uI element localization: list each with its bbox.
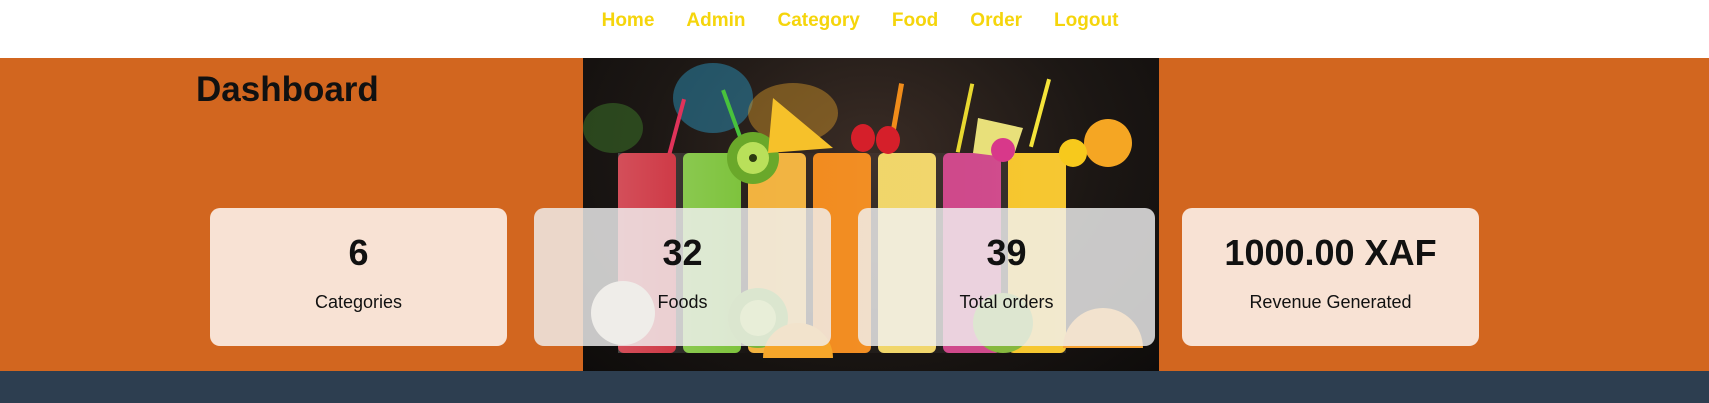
- page-footer: [0, 371, 1709, 403]
- nav-home-link[interactable]: Home: [602, 10, 655, 32]
- nav-logout-link[interactable]: Logout: [1054, 10, 1118, 32]
- foods-count: 32: [662, 232, 703, 273]
- orders-label: Total orders: [959, 291, 1054, 312]
- foods-stat-card: 32 Foods: [534, 208, 831, 346]
- foods-label: Foods: [657, 291, 708, 312]
- main-menu: Home Admin Category Food Order Logout: [0, 10, 1709, 32]
- nav-order-link[interactable]: Order: [970, 10, 1022, 32]
- revenue-label: Revenue Generated: [1249, 291, 1412, 312]
- categories-stat-card: 6 Categories: [210, 208, 507, 346]
- orders-count: 39: [986, 232, 1027, 273]
- revenue-amount: 1000.00 XAF: [1224, 232, 1437, 273]
- stats-cards: 6 Categories 32 Foods 39 Total orders 10…: [210, 208, 1479, 346]
- categories-label: Categories: [314, 291, 403, 312]
- nav-admin-link[interactable]: Admin: [686, 10, 745, 32]
- orders-stat-card: 39 Total orders: [858, 208, 1155, 346]
- nav-food-link[interactable]: Food: [892, 10, 938, 32]
- nav-category-link[interactable]: Category: [778, 10, 860, 32]
- top-navigation-bar: Home Admin Category Food Order Logout: [0, 0, 1709, 58]
- revenue-stat-card: 1000.00 XAF Revenue Generated: [1182, 208, 1479, 346]
- dashboard-hero: Dashboard 6 Categories 32 Foods 39 Total…: [0, 58, 1709, 371]
- page-title: Dashboard: [196, 70, 379, 109]
- categories-count: 6: [348, 232, 369, 273]
